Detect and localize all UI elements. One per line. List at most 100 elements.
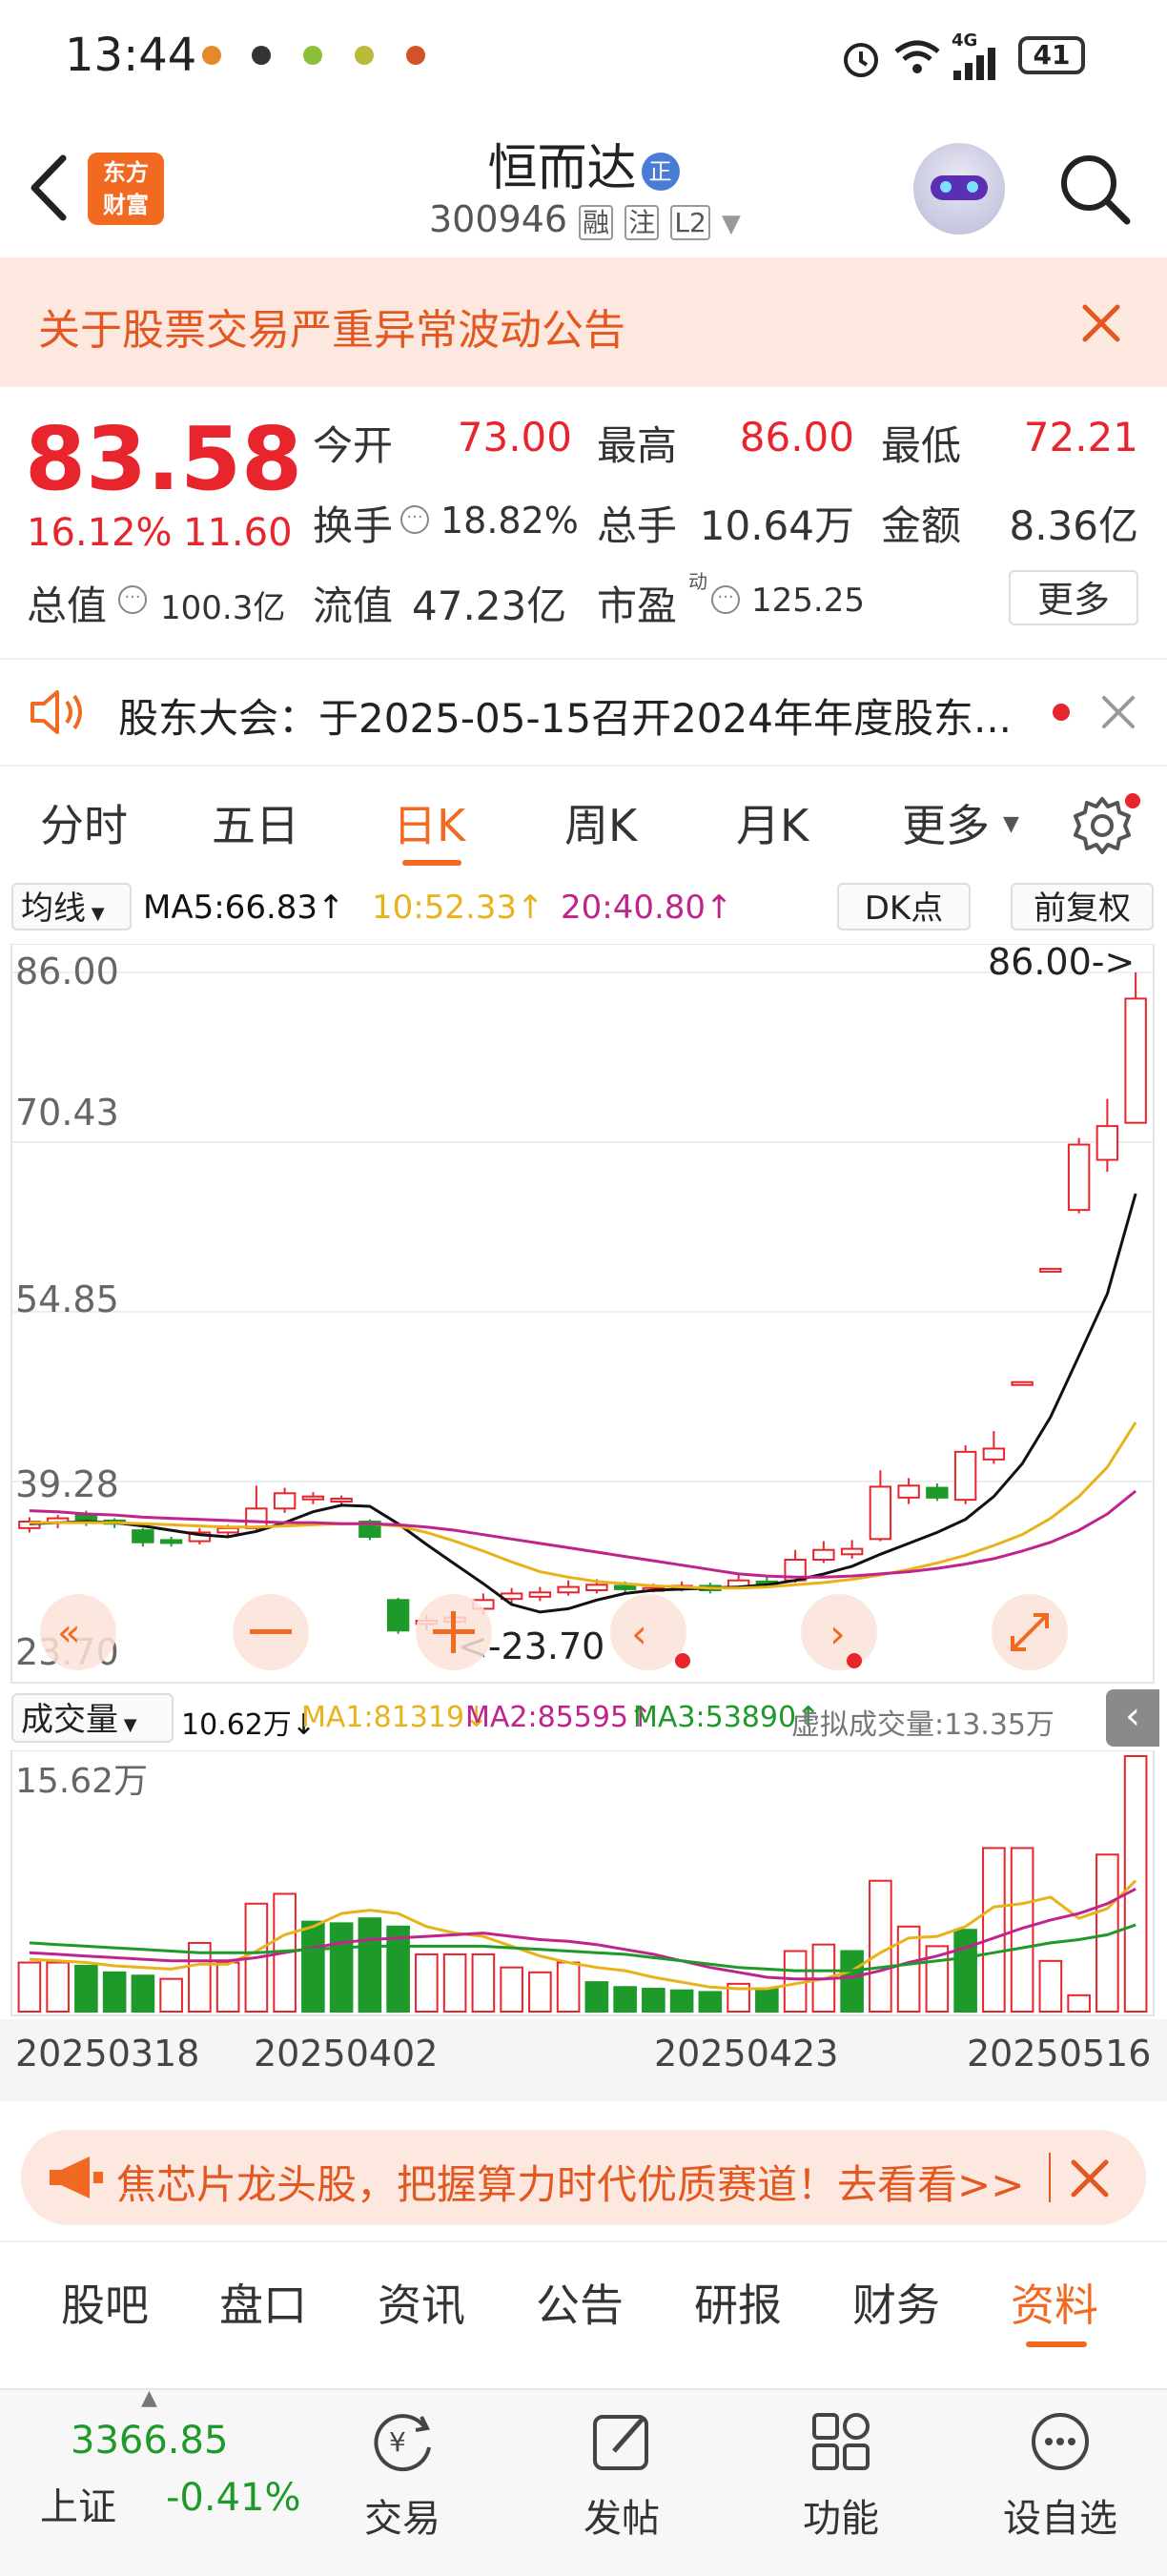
volume-bar: [159, 1977, 183, 2013]
volume-selector[interactable]: 成交量 ▼: [11, 1693, 174, 1743]
tab-announcements[interactable]: 公告: [536, 2271, 624, 2334]
tab-five-day[interactable]: 五日: [212, 791, 299, 854]
candle-body: [897, 1484, 920, 1499]
tab-forum[interactable]: 股吧: [61, 2271, 149, 2334]
price-tick: 39.28: [15, 1463, 119, 1505]
ma-selector-label: 均线: [21, 889, 86, 928]
ma-selector[interactable]: 均线 ▼: [11, 883, 132, 930]
info-icon[interactable]: ···: [400, 505, 429, 534]
notice-banner[interactable]: 关于股票交易严重异常波动公告: [0, 257, 1167, 387]
nav-functions[interactable]: 功能: [765, 2409, 917, 2543]
fullscreen-button[interactable]: [992, 1594, 1068, 1670]
volume-bar: [1067, 1993, 1091, 2013]
collapse-panel-button[interactable]: ‹: [1106, 1689, 1159, 1747]
notice-text[interactable]: 关于股票交易严重异常波动公告: [38, 296, 625, 357]
candle-body: [953, 1450, 977, 1502]
notification-icon: [406, 46, 425, 65]
ma10-legend: 10:52.33↑: [372, 889, 544, 927]
volume-bar: [415, 1952, 439, 2013]
scroll-left-button[interactable]: «: [40, 1594, 116, 1670]
candle-body: [869, 1485, 892, 1541]
megaphone-icon: [50, 2157, 103, 2198]
tab-daily-k[interactable]: 日K: [393, 791, 465, 854]
volume-bar: [215, 1961, 240, 2013]
volume-bar: [301, 1920, 325, 2013]
event-text[interactable]: 股东大会：于2025-05-15召开2024年年度股东...: [118, 686, 1012, 745]
volume-label: 总手: [597, 502, 678, 549]
nav-post[interactable]: 发帖: [545, 2409, 698, 2543]
more-button[interactable]: 更多: [1009, 570, 1138, 625]
robot-assistant-icon[interactable]: [913, 143, 1005, 235]
volume-bar: [584, 1981, 609, 2013]
volume-chart[interactable]: 15.62万: [0, 1750, 1167, 2017]
candle-body: [926, 1486, 949, 1499]
open-label: 今开: [313, 422, 394, 469]
tab-monthly-k[interactable]: 月K: [736, 791, 809, 854]
ad-banner[interactable]: 焦芯片龙头股，把握算力时代优质赛道！去看看>>: [21, 2130, 1146, 2225]
ma20-legend: 20:40.80↑: [561, 889, 733, 927]
candle-body: [1011, 1380, 1034, 1386]
tab-intraday[interactable]: 分时: [40, 791, 128, 854]
volume-bar: [442, 1952, 467, 2013]
close-icon[interactable]: [1100, 694, 1136, 730]
detail-tabs: 股吧 盘口 资讯 公告 研报 财务 资料: [0, 2240, 1167, 2357]
close-icon[interactable]: [1070, 2158, 1110, 2198]
active-tab-indicator: [1026, 2341, 1087, 2347]
adjust-button[interactable]: 前复权: [1011, 883, 1154, 930]
tab-news[interactable]: 资讯: [378, 2271, 465, 2334]
amount-value: 8.36亿: [1009, 502, 1138, 549]
tab-more[interactable]: 更多: [902, 791, 990, 854]
candle-body: [613, 1584, 637, 1590]
dk-point-button[interactable]: DK点: [837, 883, 971, 930]
candle-body: [840, 1547, 864, 1556]
float-cap-label: 流值: [313, 583, 394, 629]
unread-dot: [1053, 704, 1070, 721]
alarm-icon: [844, 43, 878, 77]
ad-text[interactable]: 焦芯片龙头股，把握算力时代优质赛道！去看看>>: [116, 2153, 1024, 2211]
nav-add-watchlist[interactable]: 设自选: [984, 2409, 1136, 2543]
minus-icon: [250, 1629, 292, 1634]
price-tick: 54.85: [15, 1278, 119, 1320]
volume-bar: [840, 1950, 864, 2014]
index-change: -0.41%: [166, 2476, 301, 2520]
level2-tag: L2: [670, 205, 710, 240]
trade-icon: ¥: [374, 2414, 431, 2472]
tab-profile[interactable]: 资料: [1011, 2271, 1098, 2334]
close-icon[interactable]: [1077, 299, 1125, 347]
kline-chart[interactable]: 86.00 70.43 54.85 39.28 23.70 86.00-> <-…: [0, 944, 1167, 1687]
high-value: 86.00: [739, 414, 854, 460]
double-chevron-left-icon: «: [57, 1611, 80, 1655]
chevron-down-icon[interactable]: ▼: [722, 210, 741, 238]
settings-gear-icon[interactable]: [1072, 795, 1133, 856]
active-tab-indicator: [402, 860, 461, 866]
tab-weekly-k[interactable]: 周K: [564, 791, 637, 854]
volume-bar: [528, 1971, 552, 2013]
zoom-in-button[interactable]: [416, 1594, 492, 1670]
volume-max-tick: 15.62万: [15, 1762, 148, 1801]
candle-body: [330, 1498, 353, 1503]
date-axis: 20250318 20250402 20250423 20250516: [0, 2019, 1167, 2101]
nav-trade[interactable]: ¥ 交易: [326, 2409, 479, 2543]
tab-order-book[interactable]: 盘口: [219, 2271, 307, 2334]
pe-dynamic-mark: 动: [688, 570, 707, 593]
index-ticker[interactable]: ▲ 3366.85 上证 -0.41%: [0, 2386, 315, 2576]
bottom-nav: ▲ 3366.85 上证 -0.41% ¥ 交易 发帖 功能 设自选: [0, 2386, 1167, 2576]
stock-name: 恒而达: [487, 140, 637, 197]
search-icon[interactable]: [1056, 151, 1133, 227]
info-icon[interactable]: ···: [118, 585, 147, 614]
volume-bar: [755, 1987, 779, 2013]
info-icon[interactable]: ···: [711, 585, 740, 614]
event-row[interactable]: 股东大会：于2025-05-15召开2024年年度股东...: [0, 658, 1167, 767]
zoom-out-button[interactable]: [233, 1594, 309, 1670]
candle-body: [812, 1548, 835, 1562]
verified-badge: 正: [641, 153, 680, 191]
notification-icon: [355, 46, 374, 65]
volume-bar: [46, 1961, 70, 2013]
candle-body: [159, 1539, 183, 1544]
volume-bar: [869, 1879, 892, 2013]
candle-body: [1095, 1125, 1119, 1161]
tab-research[interactable]: 研报: [694, 2271, 782, 2334]
battery-icon: 41: [1018, 36, 1085, 74]
tab-financials[interactable]: 财务: [852, 2271, 940, 2334]
next-point-button[interactable]: ›: [801, 1594, 877, 1670]
